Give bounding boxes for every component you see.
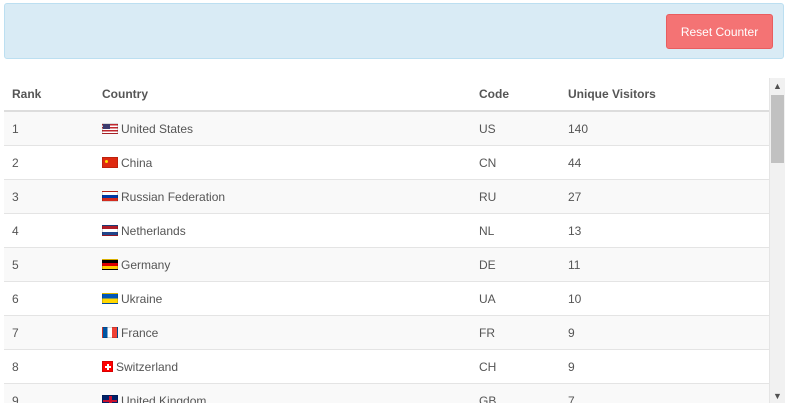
rank-cell: 7 [4,315,94,350]
rank-cell: 3 [4,179,94,214]
visitors-cell: 11 [560,247,769,282]
rank-cell: 5 [4,247,94,282]
scroll-down-icon[interactable]: ▼ [770,388,785,403]
fr-flag-icon [102,327,118,338]
country-name: Netherlands [121,223,186,238]
table-row: 4 Netherlands NL 13 [4,213,769,248]
reset-counter-button[interactable]: Reset Counter [666,14,773,49]
code-cell: GB [471,383,560,403]
country-name: United Kingdom [121,393,207,404]
table-row: 6 Ukraine UA 10 [4,281,769,316]
de-flag-icon [102,259,118,270]
country-cell: Ukraine [94,281,471,316]
visitors-table: Rank Country Code Unique Visitors 1 Unit… [4,78,769,403]
country-cell: United Kingdom [94,383,471,404]
visitors-cell: 27 [560,179,769,214]
ua-flag-icon [102,293,118,304]
rank-cell: 9 [4,383,94,403]
visitors-column-header[interactable]: Unique Visitors [560,78,769,112]
visitors-cell: 7 [560,383,769,403]
table-row: 5 Germany DE 11 [4,247,769,282]
country-name: China [121,155,153,170]
country-cell: Switzerland [94,349,471,384]
country-name: Germany [121,257,171,272]
country-name: France [121,325,159,340]
country-column-header[interactable]: Country [94,78,471,112]
visitors-cell: 9 [560,349,769,384]
country-name: Switzerland [116,359,179,374]
code-cell: US [471,111,560,146]
visitors-cell: 140 [560,111,769,146]
table-row: 2 China CN 44 [4,145,769,180]
ch-flag-icon [102,361,113,372]
code-cell: NL [471,213,560,248]
country-cell: Russian Federation [94,179,471,214]
country-cell: United States [94,111,471,146]
vertical-scrollbar[interactable]: ▲ ▼ [769,78,785,403]
country-cell: France [94,315,471,350]
nl-flag-icon [102,225,118,236]
rank-cell: 8 [4,349,94,384]
table-row: 1 United States US 140 [4,111,769,146]
table-row: 9 United Kingdom GB 7 [4,383,769,404]
code-cell: FR [471,315,560,350]
code-cell: CH [471,349,560,384]
rank-column-header[interactable]: Rank [4,78,94,112]
visitors-table-container: Rank Country Code Unique Visitors 1 Unit… [4,78,769,403]
code-column-header[interactable]: Code [471,78,560,112]
table-row: 8 Switzerland CH 9 [4,349,769,384]
rank-cell: 4 [4,213,94,248]
country-name: Ukraine [121,291,163,306]
ru-flag-icon [102,191,118,202]
rank-cell: 2 [4,145,94,180]
code-cell: CN [471,145,560,180]
scrollbar-thumb[interactable] [771,95,784,163]
visitors-cell: 44 [560,145,769,180]
code-cell: RU [471,179,560,214]
table-row: 3 Russian Federation RU 27 [4,179,769,214]
gb-flag-icon [102,395,118,403]
table-row: 7 France FR 9 [4,315,769,350]
visitors-cell: 13 [560,213,769,248]
us-flag-icon [102,123,118,134]
scroll-up-icon[interactable]: ▲ [770,78,785,93]
cn-flag-icon [102,157,118,168]
country-name: United States [121,121,194,136]
code-cell: UA [471,281,560,316]
rank-cell: 1 [4,111,94,146]
country-name: Russian Federation [121,189,226,204]
visitors-cell: 9 [560,315,769,350]
country-cell: China [94,145,471,180]
country-cell: Netherlands [94,213,471,248]
toolbar-panel: Reset Counter [4,3,784,59]
rank-cell: 6 [4,281,94,316]
visitors-cell: 10 [560,281,769,316]
country-cell: Germany [94,247,471,282]
table-header-row: Rank Country Code Unique Visitors [4,78,769,112]
code-cell: DE [471,247,560,282]
